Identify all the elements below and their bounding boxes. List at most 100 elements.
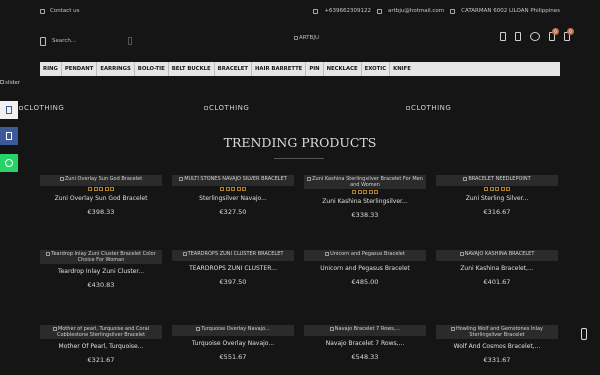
product-name[interactable]: Zuni Overlay Sun God Bracelet bbox=[40, 195, 162, 202]
product-image[interactable]: TEARDROPS ZUNI CLUSTER BRACELET bbox=[172, 250, 294, 261]
product-price: €321.67 bbox=[87, 356, 115, 364]
broken-image-icon bbox=[46, 251, 51, 256]
search-input[interactable]: Search... bbox=[52, 38, 122, 44]
phone-number[interactable]: +639662309122 bbox=[324, 8, 371, 14]
category-banner[interactable]: CLOTHING bbox=[204, 104, 249, 112]
product-image[interactable]: Mother of pearl, Turquoise and Coral Cob… bbox=[40, 325, 162, 339]
search-bar[interactable]: Search... bbox=[40, 30, 142, 52]
product-image-alt: TEARDROPS ZUNI CLUSTER BRACELET bbox=[187, 251, 284, 257]
section-title: TRENDING PRODUCTS bbox=[223, 135, 377, 150]
broken-image-icon bbox=[450, 326, 455, 331]
nav-item-pendant[interactable]: PENDANT bbox=[62, 62, 98, 76]
product-image-alt: NAVAJO KASHINA BRACELET bbox=[464, 251, 535, 257]
nav-item-earrings[interactable]: EARRINGS bbox=[97, 62, 135, 76]
nav-item-bracelet[interactable]: BRACELET bbox=[215, 62, 252, 76]
scroll-to-top-icon[interactable] bbox=[581, 328, 587, 340]
category-label: CLOTHING bbox=[411, 104, 452, 112]
product-image-alt: BRACELET NEEDLEPOINT bbox=[468, 176, 531, 182]
product-image[interactable]: Unicorn and Pegasus Bracelet bbox=[304, 250, 426, 261]
product-image[interactable]: Turquoise Overlay Navajo... bbox=[172, 325, 294, 336]
product-image-alt: Teardrop Inlay Zuni Cluster Bracelet Col… bbox=[51, 251, 156, 263]
product-name[interactable]: Zuni Kashina Bracelet,... bbox=[436, 265, 558, 272]
site-logo[interactable]: ARTBJU bbox=[294, 35, 319, 41]
contact-link[interactable]: Contact us bbox=[40, 8, 80, 14]
nav-item-bolo-tie[interactable]: BOLO-TIE bbox=[135, 62, 169, 76]
whatsapp-button[interactable] bbox=[0, 154, 18, 172]
main-nav: RING PENDANT EARRINGS BOLO-TIE BELT BUCK… bbox=[40, 62, 560, 76]
product-card[interactable]: Turquoise Overlay Navajo... Turquoise Ov… bbox=[172, 325, 294, 375]
product-name[interactable]: Turquoise Overlay Navajo... bbox=[172, 340, 294, 347]
product-name[interactable]: Zuni Kashina Sterlingsilver... bbox=[304, 198, 426, 205]
star-icon bbox=[225, 187, 230, 191]
star-icon bbox=[99, 187, 103, 191]
category-banner[interactable]: CLOTHING bbox=[19, 104, 64, 112]
broken-image-icon bbox=[459, 251, 464, 256]
product-image[interactable]: Navajo Bracelet 7 Rows,... bbox=[304, 325, 426, 336]
product-image[interactable]: Zuni Kashina Sterlingsilver Bracelet For… bbox=[304, 175, 426, 189]
product-card[interactable]: TEARDROPS ZUNI CLUSTER BRACELET TEARDROP… bbox=[172, 250, 294, 300]
email-address[interactable]: artbju@hotmail.com bbox=[388, 8, 444, 14]
nav-item-hair-barrette[interactable]: HAIR BARRETTE bbox=[252, 62, 307, 76]
product-card[interactable]: Howling Wolf and Gemstones Inlay Sterlin… bbox=[436, 325, 558, 375]
cart-icon[interactable]: 0 bbox=[564, 28, 574, 41]
broken-image-icon bbox=[329, 326, 334, 331]
category-banner[interactable]: CLOTHING bbox=[406, 104, 451, 112]
nav-item-exotic[interactable]: EXOTIC bbox=[362, 62, 391, 76]
product-card[interactable]: Mother of pearl, Turquoise and Coral Cob… bbox=[40, 325, 162, 375]
product-price: €485.00 bbox=[351, 278, 379, 286]
product-card[interactable]: MULTI STONES NAVAJO SILVER BRACELET Ster… bbox=[172, 175, 294, 225]
product-card[interactable]: Zuni Overlay Sun God Bracelet Zuni Overl… bbox=[40, 175, 162, 225]
product-image[interactable]: Zuni Overlay Sun God Bracelet bbox=[40, 175, 162, 186]
broken-image-icon bbox=[325, 251, 330, 256]
wishlist-icon[interactable]: 0 bbox=[549, 28, 559, 41]
product-image[interactable]: MULTI STONES NAVAJO SILVER BRACELET bbox=[172, 175, 294, 186]
star-icon bbox=[231, 187, 235, 191]
slider-image[interactable]: slider bbox=[0, 80, 20, 86]
phone-icon bbox=[313, 8, 319, 14]
product-name[interactable]: Teardrop Inlay Zuni Cluster... bbox=[40, 268, 162, 275]
nav-item-knife[interactable]: KNIFE bbox=[390, 62, 414, 76]
rating-stars bbox=[304, 190, 426, 194]
search-submit-button[interactable] bbox=[128, 37, 132, 45]
product-image-alt: Mother of pearl, Turquoise and Coral Cob… bbox=[56, 326, 150, 338]
broken-image-icon bbox=[294, 35, 298, 40]
broken-image-icon bbox=[182, 251, 187, 256]
product-name[interactable]: Mother Of Pearl, Turquoise... bbox=[40, 343, 162, 350]
product-card[interactable]: NAVAJO KASHINA BRACELET Zuni Kashina Bra… bbox=[436, 250, 558, 300]
nav-item-pin[interactable]: PIN bbox=[306, 62, 324, 76]
wishlist-count-badge: 0 bbox=[552, 28, 559, 35]
top-bar: Contact us +639662309122 artbju@hotmail.… bbox=[0, 0, 600, 22]
rating-stars bbox=[172, 187, 294, 191]
nav-item-necklace[interactable]: NECKLACE bbox=[324, 62, 362, 76]
product-image[interactable]: Howling Wolf and Gemstones Inlay Sterlin… bbox=[436, 325, 558, 339]
product-name[interactable]: Sterlingsilver Navajo... bbox=[172, 195, 294, 202]
product-image[interactable]: Teardrop Inlay Zuni Cluster Bracelet Col… bbox=[40, 250, 162, 264]
product-card[interactable]: Unicorn and Pegasus Bracelet Unicorn and… bbox=[304, 250, 426, 300]
account-icon[interactable] bbox=[500, 32, 506, 41]
product-name[interactable]: TEARDROPS ZUNI CLUSTER... bbox=[172, 265, 294, 272]
product-price: €551.67 bbox=[219, 353, 247, 361]
product-name[interactable]: Wolf And Cosmos Bracelet,... bbox=[436, 343, 558, 350]
product-name[interactable]: Navajo Bracelet 7 Rows,... bbox=[304, 340, 426, 347]
product-name[interactable]: Unicorn and Pegasus Bracelet bbox=[304, 265, 426, 272]
product-price: €401.67 bbox=[483, 278, 511, 286]
search-icon[interactable] bbox=[40, 36, 46, 46]
product-card[interactable]: BRACELET NEEDLEPOINT Zuni Sterling Silve… bbox=[436, 175, 558, 225]
product-price: €316.67 bbox=[483, 208, 511, 216]
nav-item-ring[interactable]: RING bbox=[40, 62, 62, 76]
product-card[interactable]: Navajo Bracelet 7 Rows,... Navajo Bracel… bbox=[304, 325, 426, 375]
nav-item-belt-buckle[interactable]: BELT BUCKLE bbox=[169, 62, 215, 76]
star-icon bbox=[242, 187, 246, 191]
compare-scale-icon[interactable] bbox=[530, 32, 540, 41]
product-image[interactable]: NAVAJO KASHINA BRACELET bbox=[436, 250, 558, 261]
product-card[interactable]: Teardrop Inlay Zuni Cluster Bracelet Col… bbox=[40, 250, 162, 300]
product-name[interactable]: Zuni Sterling Silver... bbox=[436, 195, 558, 202]
settings-icon[interactable] bbox=[515, 32, 521, 41]
share-button[interactable] bbox=[0, 101, 18, 119]
product-card[interactable]: Zuni Kashina Sterlingsilver Bracelet For… bbox=[304, 175, 426, 225]
star-icon bbox=[110, 187, 114, 191]
product-image-alt: Zuni Overlay Sun God Bracelet bbox=[64, 176, 143, 182]
star-icon bbox=[236, 187, 241, 191]
product-price: €397.50 bbox=[219, 278, 247, 286]
product-image[interactable]: BRACELET NEEDLEPOINT bbox=[436, 175, 558, 186]
